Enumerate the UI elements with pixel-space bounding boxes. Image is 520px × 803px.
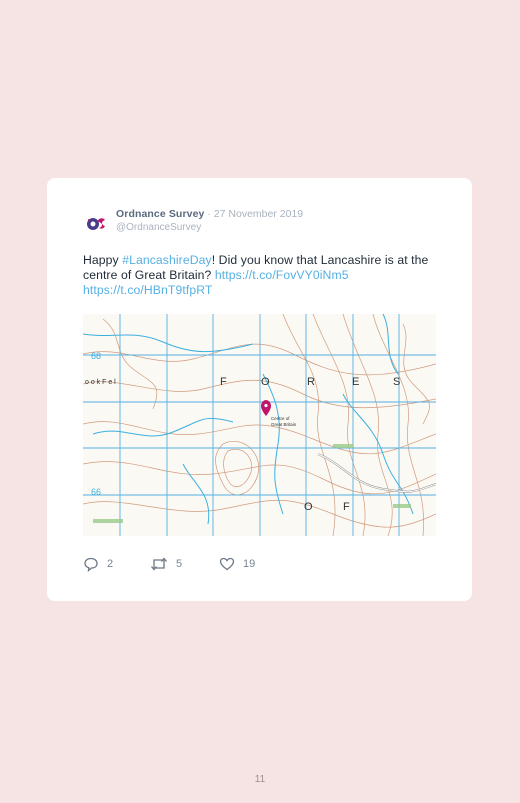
forest-letter-4: E	[352, 376, 359, 388]
author-name[interactable]: Ordnance Survey	[116, 208, 204, 220]
retweet-button[interactable]: 5	[150, 555, 182, 573]
tweet-link-1[interactable]: https://t.co/FovVY0iNm5	[215, 268, 349, 282]
reply-icon	[84, 557, 98, 572]
separator: ·	[207, 208, 211, 220]
like-count: 19	[243, 558, 256, 570]
tweet-text-intro: Happy	[83, 253, 123, 267]
forest-letter-bottom-1: O	[304, 501, 313, 513]
forest-letter-2: O	[261, 376, 270, 388]
forest-letter-5: S	[393, 376, 400, 388]
tweet-map-image[interactable]: 68 66 o o k F e l F O R E S O F Centre o…	[83, 314, 436, 536]
page-number: 11	[254, 774, 266, 785]
reply-count: 2	[107, 558, 114, 570]
forest-letter-bottom-2: F	[343, 501, 350, 513]
retweet-count: 5	[176, 558, 183, 570]
pin-label-line2: Great Britain	[271, 422, 297, 427]
place-label-left: o o k F e l	[85, 379, 116, 386]
forest-letter-3: R	[307, 376, 315, 388]
grid-number-bottom: 66	[91, 487, 101, 497]
tweet-actions: 2 5 19	[83, 555, 383, 575]
tweet-card: Ordnance Survey · 27 November 2019 @Ordn…	[47, 178, 472, 601]
hashtag-link[interactable]: #LancashireDay	[122, 253, 211, 267]
forest-letter-1: F	[220, 376, 227, 388]
retweet-icon	[151, 557, 167, 571]
heart-icon	[219, 557, 235, 571]
reply-button[interactable]: 2	[83, 555, 113, 573]
tweet-header: Ordnance Survey · 27 November 2019 @Ordn…	[83, 207, 443, 233]
grid-number-top: 68	[91, 351, 101, 361]
like-button[interactable]: 19	[219, 555, 255, 573]
tweet-date[interactable]: 27 November 2019	[214, 208, 303, 220]
tweet-text: Happy #LancashireDay! Did you know that …	[83, 253, 443, 298]
os-map-illustration: 68 66 o o k F e l F O R E S O F Centre o…	[83, 314, 436, 536]
avatar[interactable]	[83, 211, 109, 237]
os-logo-icon	[87, 218, 105, 230]
tweet-link-2[interactable]: https://t.co/HBnT9tfpRT	[83, 283, 212, 297]
author-handle[interactable]: @OrdnanceSurvey	[116, 222, 201, 233]
pin-label-line1: Centre of	[271, 416, 290, 421]
